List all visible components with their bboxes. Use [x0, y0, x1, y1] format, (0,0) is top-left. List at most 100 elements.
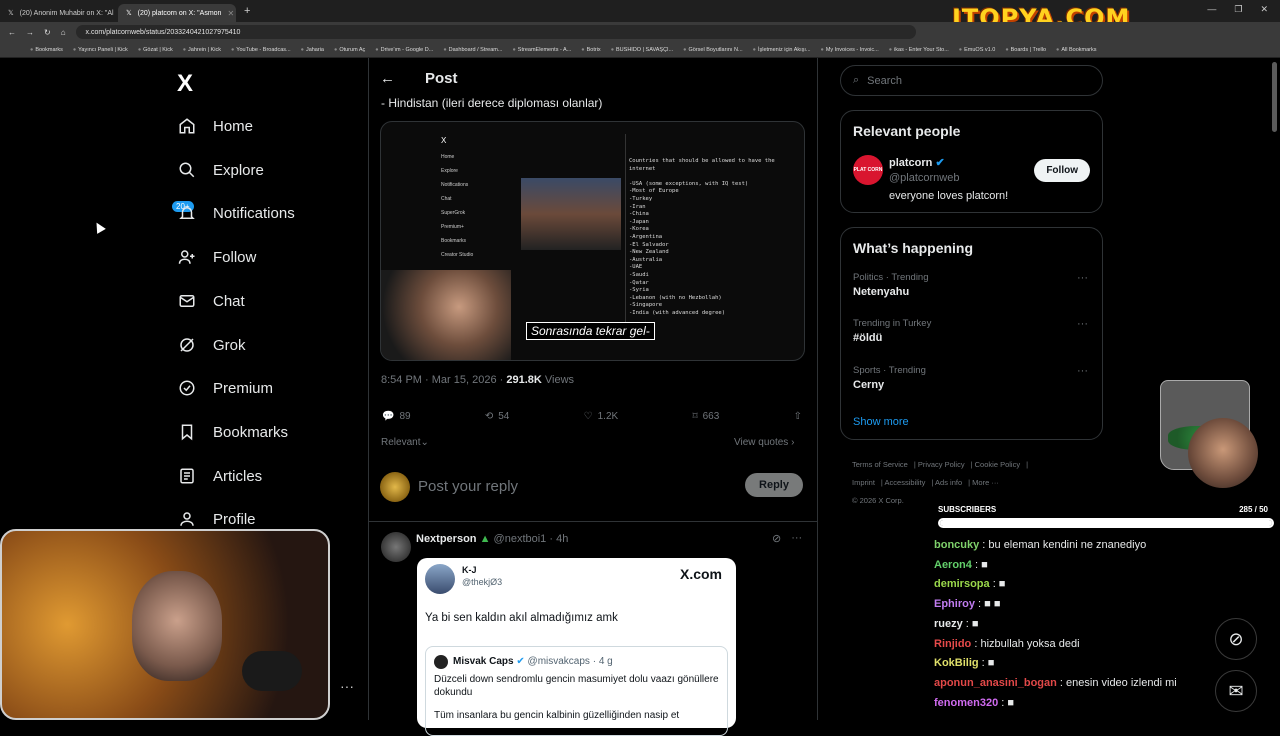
bookmark-item[interactable]: Gözat | Kick: [138, 47, 173, 53]
more-icon[interactable]: ···: [1077, 318, 1088, 330]
chat-username[interactable]: boncuky: [934, 539, 979, 551]
bookmark-item[interactable]: ikas - Enter Your Sto...: [889, 47, 949, 53]
quote-text: Düzceli down sendromlu gencin masumiyet …: [434, 673, 719, 722]
follow-button[interactable]: Follow: [1034, 159, 1090, 182]
back-arrow-icon[interactable]: ←: [380, 70, 395, 87]
bookmark-item[interactable]: Görsel Boyutlarını N...: [683, 47, 743, 53]
subscriber-goal: SUBSCRIBERS 285 / 50: [938, 505, 1274, 514]
reply-button[interactable]: Reply: [745, 473, 803, 497]
nav-profile[interactable]: Profile: [177, 509, 256, 529]
x-brand-logo: X.com: [679, 566, 722, 582]
bookmark-item[interactable]: EmuOS v1.0: [959, 47, 995, 53]
url-field[interactable]: x.com/platcornweb/status/203324042102797…: [75, 25, 916, 39]
page-scrollbar[interactable]: [1272, 62, 1277, 132]
chat-username[interactable]: aponun_anasini_bogan: [934, 677, 1057, 689]
nav-bookmarks[interactable]: Bookmarks: [177, 422, 288, 442]
like-action[interactable]: ♡ 1.2K: [584, 411, 619, 422]
article-icon: [177, 466, 197, 486]
footer-link[interactable]: Terms of Service: [852, 460, 908, 469]
nav-grok[interactable]: Grok: [177, 335, 246, 355]
chat-username[interactable]: Aeron4: [934, 559, 972, 571]
nav-notifications[interactable]: Notifications: [177, 203, 295, 223]
messages-fab-button[interactable]: ✉: [1215, 670, 1257, 712]
bookmark-item[interactable]: Dashboard / Stream...: [443, 47, 503, 53]
chat-username[interactable]: ruezy: [934, 618, 963, 630]
minimize-icon[interactable]: —: [1207, 4, 1216, 15]
bookmark-item[interactable]: Botrix: [581, 47, 601, 53]
nav-explore[interactable]: Explore: [177, 160, 264, 180]
view-quotes-link[interactable]: View quotes ›: [734, 437, 794, 448]
chat-username[interactable]: Ephiroy: [934, 598, 975, 610]
bookmark-action[interactable]: ⌑ 663: [692, 411, 719, 422]
nav-label: Grok: [213, 336, 246, 354]
sort-relevant[interactable]: Relevant⌄: [381, 437, 429, 448]
post-media[interactable]: X Home Explore Notifications Chat SuperG…: [380, 121, 805, 361]
footer-link[interactable]: Imprint: [852, 478, 875, 487]
bookmark-item[interactable]: StreamElements - A...: [512, 47, 572, 53]
reply-action[interactable]: 💬 89: [382, 411, 411, 422]
bookmark-item[interactable]: YouTube - Broadcas...: [231, 47, 290, 53]
reload-icon[interactable]: ↻: [44, 28, 51, 37]
bookmark-item[interactable]: All Bookmarks: [1056, 47, 1096, 53]
grok-fab-button[interactable]: ⊘: [1215, 618, 1257, 660]
person-name[interactable]: platcorn ✔: [889, 156, 945, 169]
browser-tab[interactable]: 𝕏(20) Anonim Muhabir on X: "Al✕: [0, 4, 118, 22]
bookmark-item[interactable]: Boards | Trello: [1005, 47, 1046, 53]
share-action[interactable]: ⇧: [794, 411, 802, 422]
avatar[interactable]: [381, 532, 411, 562]
repost-action[interactable]: ⟲ 54: [485, 411, 510, 422]
avatar[interactable]: PLAT CORN: [853, 155, 883, 185]
maximize-icon[interactable]: ❐: [1234, 4, 1242, 15]
bookmark-item[interactable]: BUSHIDO | SAVAŞÇI...: [611, 47, 673, 53]
nav-home[interactable]: Home: [177, 116, 253, 136]
back-icon[interactable]: ←: [8, 28, 16, 37]
more-icon[interactable]: ···: [1077, 272, 1088, 284]
grok-icon: ⊘: [1228, 628, 1244, 649]
chat-username[interactable]: demirsopa: [934, 578, 990, 590]
close-window-icon[interactable]: ✕: [1260, 4, 1268, 15]
home-browser-icon[interactable]: ⌂: [61, 28, 66, 37]
new-tab-button[interactable]: +: [244, 5, 250, 17]
chat-username[interactable]: Rinjido: [934, 638, 971, 650]
more-icon[interactable]: ···: [1077, 365, 1088, 377]
nav-premium[interactable]: Premium: [177, 378, 273, 398]
footer-link[interactable]: Cookie Policy: [975, 460, 1020, 469]
nav-chat[interactable]: Chat: [177, 291, 245, 311]
reply-input[interactable]: Post your reply: [418, 478, 518, 495]
trend-item[interactable]: Sports · Trending Cerny: [853, 365, 926, 391]
nav-articles[interactable]: Articles: [177, 466, 262, 486]
x-logo-icon[interactable]: X: [177, 70, 193, 98]
footer-link[interactable]: Accessibility: [885, 478, 926, 487]
footer-link[interactable]: Ads info: [935, 478, 962, 487]
search-placeholder: Search: [867, 74, 903, 87]
bookmark-item[interactable]: Jaharia: [301, 47, 324, 53]
footer-link[interactable]: More ···: [972, 478, 999, 487]
search-icon: [177, 160, 197, 180]
bookmark-item[interactable]: Bookmarks: [30, 47, 63, 53]
browser-tab-active[interactable]: 𝕏 (20) platcorn on X: "Asmon ✕: [118, 4, 236, 22]
trend-item[interactable]: Trending in Turkey #öldü: [853, 318, 931, 344]
bookmark-item[interactable]: Oturum Aç: [334, 47, 365, 53]
author-name[interactable]: Nextperson: [416, 533, 477, 545]
grok-icon[interactable]: ⊘: [772, 532, 781, 545]
sidebar-footer: Terms of Service | Privacy Policy | Cookie…: [852, 460, 1029, 505]
embedded-image-card[interactable]: K-J @thekjØ3 X.com Ya bi sen kaldın akıl…: [417, 558, 736, 736]
chat-username[interactable]: fenomen320: [934, 697, 998, 709]
nav-follow[interactable]: Follow: [177, 247, 256, 267]
footer-link[interactable]: Privacy Policy: [918, 460, 965, 469]
bookmark-item[interactable]: İşletmeniz için Akışı...: [753, 47, 811, 53]
more-icon[interactable]: ···: [340, 678, 354, 694]
forward-icon[interactable]: →: [26, 28, 34, 37]
search-input[interactable]: ⌕ Search: [840, 65, 1103, 96]
bookmark-item[interactable]: Jahrein | Kick: [183, 47, 221, 53]
bookmark-item[interactable]: Yayıncı Paneli | Kick: [73, 47, 128, 53]
bookmark-item[interactable]: Drive'ım - Google D...: [375, 47, 434, 53]
close-tab-icon[interactable]: ✕: [227, 9, 234, 18]
bookmark-item[interactable]: My Invoices - Invoic...: [821, 47, 879, 53]
nav-label: Follow: [213, 248, 257, 266]
mail-icon: ✉: [1228, 680, 1244, 701]
trend-item[interactable]: Politics · Trending Netenyahu: [853, 272, 929, 298]
more-icon[interactable]: ···: [791, 532, 802, 545]
chat-username[interactable]: KokBilig: [934, 657, 979, 669]
show-more-link[interactable]: Show more: [853, 416, 909, 428]
